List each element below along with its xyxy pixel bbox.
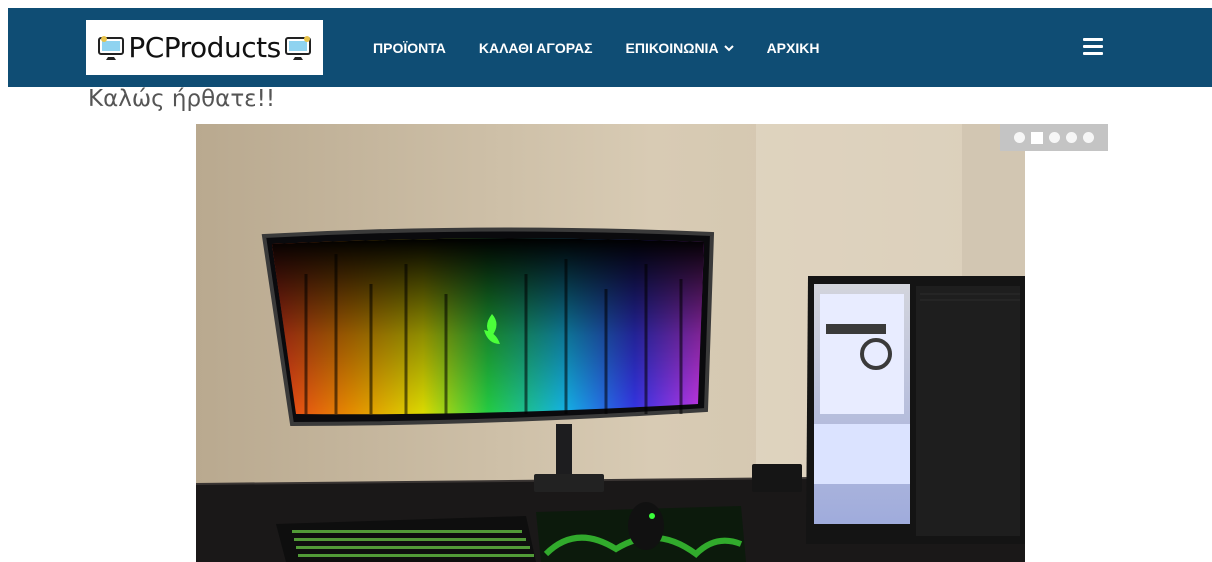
nav-products[interactable]: ΠΡΟΪΟΝΤΑ: [373, 40, 446, 56]
chevron-down-icon: [723, 44, 734, 51]
nav-cart[interactable]: ΚΑΛΑΘΙ ΑΓΟΡΑΣ: [479, 40, 593, 56]
nav-contact-dropdown[interactable]: ΕΠΙΚΟΙΝΩΝΙΑ: [626, 40, 734, 56]
nav-home[interactable]: ΑΡΧΙΚΗ: [767, 40, 820, 56]
welcome-heading: Καλώς ήρθατε!!: [88, 86, 276, 112]
slider-dot-active[interactable]: [1031, 131, 1043, 144]
nav-contact-label: ΕΠΙΚΟΙΝΩΝΙΑ: [625, 39, 719, 56]
slider-dot[interactable]: [1083, 132, 1094, 143]
slider-dot[interactable]: [1014, 132, 1025, 143]
slider-dot[interactable]: [1049, 132, 1060, 143]
hamburger-menu-icon[interactable]: [1083, 38, 1103, 55]
nav-home-label: ΑΡΧΙΚΗ: [766, 39, 820, 56]
computer-icon: [284, 35, 311, 60]
nav-cart-label: ΚΑΛΑΘΙ ΑΓΟΡΑΣ: [478, 39, 593, 56]
slider-dots: [1000, 124, 1108, 151]
hero-slide-image: [196, 124, 1025, 562]
nav-products-label: ΠΡΟΪΟΝΤΑ: [373, 39, 446, 56]
site-logo[interactable]: PCProducts: [86, 20, 323, 75]
computer-icon: [98, 35, 125, 60]
top-navbar: PCProducts ΠΡΟΪΟΝΤΑ ΚΑΛΑΘΙ ΑΓΟΡΑΣ ΕΠΙΚΟΙ…: [8, 8, 1212, 87]
logo-text: PCProducts: [128, 31, 281, 64]
slider-dot[interactable]: [1066, 132, 1077, 143]
main-nav: ΠΡΟΪΟΝΤΑ ΚΑΛΑΘΙ ΑΓΟΡΑΣ ΕΠΙΚΟΙΝΩΝΙΑ ΑΡΧΙΚ…: [373, 8, 852, 87]
